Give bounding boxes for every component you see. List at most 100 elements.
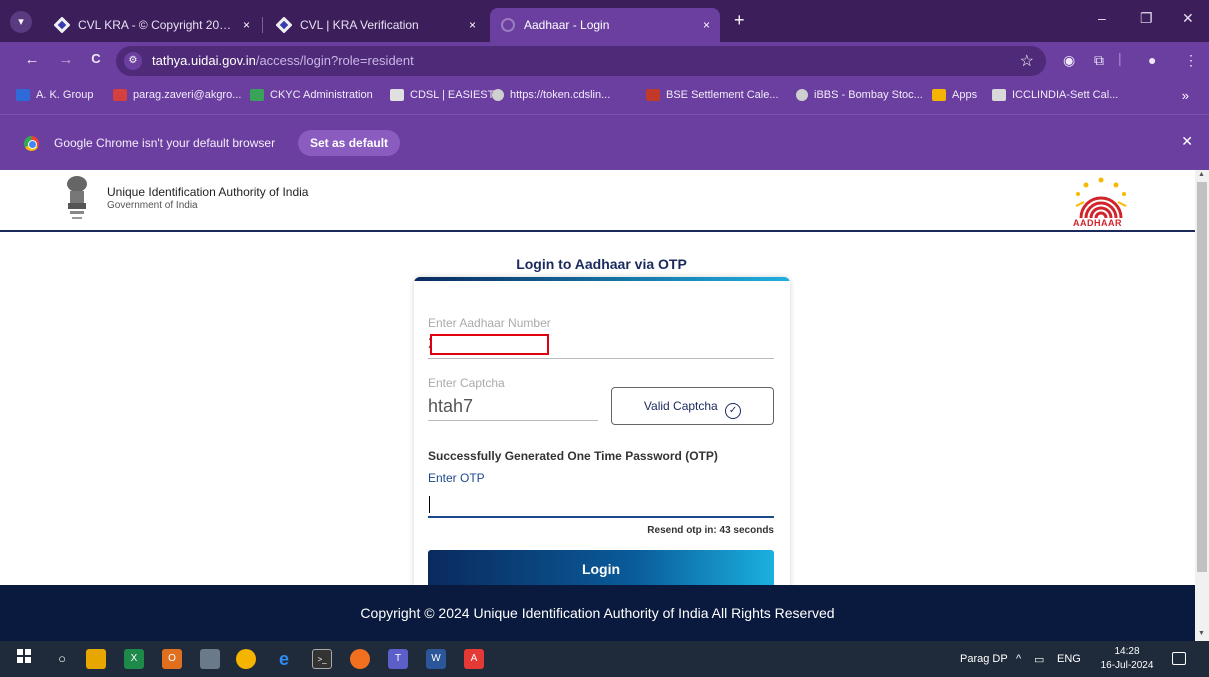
vertical-scrollbar[interactable]: ▲ ▼ xyxy=(1195,170,1209,641)
bookmarks-bar: A. K. Group parag.zaveri@akgro... CKYC A… xyxy=(0,80,1209,114)
login-title: Login to Aadhaar via OTP xyxy=(516,256,687,272)
snipping-tool-icon[interactable] xyxy=(200,649,220,669)
site-info-icon[interactable]: ⚙ xyxy=(124,52,142,70)
excel-icon[interactable]: X xyxy=(124,649,144,669)
notifications-icon[interactable] xyxy=(1172,652,1186,665)
windows-taskbar: ○ X O e >_ T W A Parag DP ^ ▭ ENG 14:28 … xyxy=(0,641,1209,677)
org-name: Unique Identification Authority of India xyxy=(107,185,309,199)
bookmark-item[interactable]: BSE Settlement Cale... xyxy=(646,89,779,101)
profile-icon[interactable]: ● xyxy=(1148,52,1156,68)
loading-favicon-icon xyxy=(500,17,516,33)
back-icon[interactable]: ← xyxy=(22,51,42,68)
network-icon[interactable]: ▭ xyxy=(1034,653,1044,666)
tab-title: CVL KRA - © Copyright 2011. A xyxy=(78,18,235,32)
word-icon[interactable]: W xyxy=(426,649,446,669)
scrollbar-thumb[interactable] xyxy=(1197,182,1207,572)
url-path: /access/login?role=resident xyxy=(255,53,414,68)
bookmark-item[interactable]: parag.zaveri@akgro... xyxy=(113,89,241,101)
language-indicator[interactable]: ENG xyxy=(1057,653,1081,665)
bookmark-label: A. K. Group xyxy=(36,89,94,101)
url-host: tathya.uidai.gov.in xyxy=(152,53,256,68)
clock-time: 14:28 xyxy=(1114,646,1140,657)
taskbar-clock[interactable]: 14:28 16-Jul-2024 xyxy=(1098,645,1156,673)
tab-strip: ▾ CVL KRA - © Copyright 2011. A × CVL | … xyxy=(0,0,1209,42)
terminal-icon[interactable]: >_ xyxy=(312,649,332,669)
bookmark-item[interactable]: Apps xyxy=(932,89,977,101)
aadhaar-underline xyxy=(428,358,774,359)
bookmark-label: ICCLINDIA-Sett Cal... xyxy=(1012,89,1119,101)
chrome-logo-icon xyxy=(24,136,39,151)
menu-icon[interactable]: ⋮ xyxy=(1184,52,1198,69)
login-button[interactable]: Login xyxy=(428,550,774,585)
bookmarks-overflow-icon[interactable]: » xyxy=(1182,88,1189,103)
bookmark-item[interactable]: A. K. Group xyxy=(16,89,93,101)
check-circle-icon: ✓ xyxy=(725,403,742,419)
pdf-reader-icon[interactable]: A xyxy=(464,649,484,669)
outlook-icon[interactable]: O xyxy=(162,649,182,669)
lens-icon[interactable]: ◉ xyxy=(1063,52,1075,69)
org-subtitle: Government of India xyxy=(107,200,198,211)
bookmark-star-icon[interactable]: ☆ xyxy=(1020,51,1034,71)
extensions-icon[interactable]: ⧉ xyxy=(1094,52,1104,69)
header-divider xyxy=(0,230,1195,232)
tab-close-icon[interactable]: × xyxy=(703,18,710,32)
close-window-icon[interactable]: ✕ xyxy=(1182,10,1194,27)
tray-chevron-icon[interactable]: ^ xyxy=(1016,653,1021,665)
scroll-down-icon[interactable]: ▼ xyxy=(1198,630,1205,637)
forward-icon[interactable]: → xyxy=(56,51,76,68)
windows-start-icon[interactable] xyxy=(14,649,34,669)
valid-captcha-label: Valid Captcha xyxy=(643,399,718,413)
bookmark-favicon-icon xyxy=(646,89,660,101)
tab-search-icon[interactable]: ▾ xyxy=(10,11,32,33)
otp-success-message: Successfully Generated One Time Password… xyxy=(428,449,718,463)
url-text[interactable]: tathya.uidai.gov.in/access/login?role=re… xyxy=(152,53,414,68)
tab-title: Aadhaar - Login xyxy=(524,18,610,32)
tab-close-icon[interactable]: × xyxy=(243,18,250,32)
page-content: Unique Identification Authority of India… xyxy=(0,170,1195,585)
otp-input[interactable] xyxy=(428,492,774,518)
redaction-box xyxy=(430,334,549,355)
minimize-icon[interactable]: – xyxy=(1098,10,1106,26)
search-icon[interactable]: ○ xyxy=(52,649,72,669)
valid-captcha-button[interactable]: Valid Captcha ✓ xyxy=(611,387,774,425)
captcha-input[interactable]: htah7 xyxy=(428,396,473,417)
bookmark-item[interactable]: CDSL | EASIEST xyxy=(390,89,494,101)
apps-grid-icon xyxy=(932,89,946,101)
globe-icon xyxy=(796,89,808,101)
bookmark-favicon-icon xyxy=(390,89,404,101)
aadhaar-number-label: Enter Aadhaar Number xyxy=(428,316,551,330)
tab-cvl-kra[interactable]: CVL KRA - © Copyright 2011. A × xyxy=(44,8,260,42)
reload-icon[interactable]: C xyxy=(86,51,106,66)
bookmark-label: BSE Settlement Cale... xyxy=(666,89,779,101)
address-bar[interactable]: ⚙ tathya.uidai.gov.in/access/login?role=… xyxy=(116,46,1046,76)
tab-title: CVL | KRA Verification xyxy=(300,18,419,32)
restore-icon[interactable]: ❐ xyxy=(1140,10,1153,27)
app-icon[interactable] xyxy=(350,649,370,669)
bookmark-item[interactable]: iBBS - Bombay Stoc... xyxy=(796,89,923,101)
taskbar-user[interactable]: Parag DP xyxy=(960,653,1008,665)
aadhaar-logo-text: AADHAAR xyxy=(1073,218,1122,228)
teams-icon[interactable]: T xyxy=(388,649,408,669)
resend-otp-timer: Resend otp in: 43 seconds xyxy=(647,525,774,536)
globe-icon xyxy=(492,89,504,101)
tab-close-icon[interactable]: × xyxy=(469,18,476,32)
bookmark-favicon-icon xyxy=(16,89,30,101)
bookmark-item[interactable]: CKYC Administration xyxy=(250,89,373,101)
new-tab-button[interactable]: + xyxy=(734,11,745,29)
edge-ie-icon[interactable]: e xyxy=(274,649,294,669)
bookmark-item[interactable]: ICCLINDIA-Sett Cal... xyxy=(992,89,1118,101)
bookmark-item[interactable]: https://token.cdslin... xyxy=(492,89,610,101)
text-cursor xyxy=(429,496,430,513)
tab-aadhaar-login[interactable]: Aadhaar - Login × xyxy=(490,8,720,42)
infobar-close-icon[interactable]: ✕ xyxy=(1181,133,1193,150)
page-footer: Copyright © 2024 Unique Identification A… xyxy=(0,585,1195,641)
chrome-taskbar-icon[interactable] xyxy=(236,649,256,669)
clock-date: 16-Jul-2024 xyxy=(1100,660,1154,671)
bookmark-favicon-icon xyxy=(250,89,264,101)
set-default-button[interactable]: Set as default xyxy=(298,130,401,156)
card-accent-bar xyxy=(414,277,790,281)
tab-cvl-verification[interactable]: CVL | KRA Verification × xyxy=(266,8,486,42)
bookmark-favicon-icon xyxy=(992,89,1006,101)
file-explorer-icon[interactable] xyxy=(86,649,106,669)
scroll-up-icon[interactable]: ▲ xyxy=(1198,171,1205,178)
